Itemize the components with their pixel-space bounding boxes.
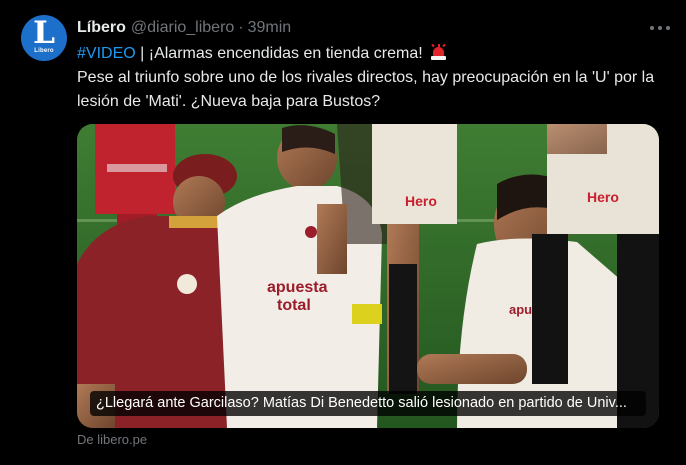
video-thumbnail[interactable]: apuesta total Hero apuesta Hero	[77, 124, 659, 428]
video-caption[interactable]: ¿Llegará ante Garcilaso? Matías Di Bened…	[90, 391, 646, 416]
separator-dot: ·	[238, 19, 244, 36]
user-handle[interactable]: @diario_libero	[131, 19, 234, 37]
hashtag-link[interactable]: #VIDEO	[77, 45, 136, 62]
link-source[interactable]: De libero.pe	[77, 432, 147, 447]
avatar-logo-letter: L	[33, 15, 55, 51]
display-name[interactable]: Líbero	[77, 19, 126, 37]
rotating-light-icon	[430, 43, 447, 60]
sponsor-hero: Hero	[405, 193, 437, 209]
timestamp[interactable]: 39min	[248, 19, 292, 37]
tweet-headline: | ¡Alarmas encendidas en tienda crema!	[135, 45, 428, 62]
tweet-text: #VIDEO | ¡Alarmas encendidas en tienda c…	[77, 42, 667, 114]
avatar[interactable]: L Libero	[21, 15, 67, 61]
sponsor-hero-2: Hero	[587, 189, 619, 205]
more-options-icon[interactable]	[650, 21, 670, 35]
sponsor-apuesta: apuesta	[267, 279, 328, 296]
tweet-header: Líbero @diario_libero · 39min	[77, 17, 291, 39]
tweet-card[interactable]: L Libero Líbero @diario_libero · 39min #…	[0, 0, 686, 465]
sponsor-total: total	[277, 297, 311, 314]
avatar-logo-word: Libero	[34, 47, 54, 54]
tweet-body: Pese al triunfo sobre uno de los rivales…	[77, 69, 655, 110]
match-scene-image: apuesta total Hero apuesta Hero	[77, 124, 659, 428]
